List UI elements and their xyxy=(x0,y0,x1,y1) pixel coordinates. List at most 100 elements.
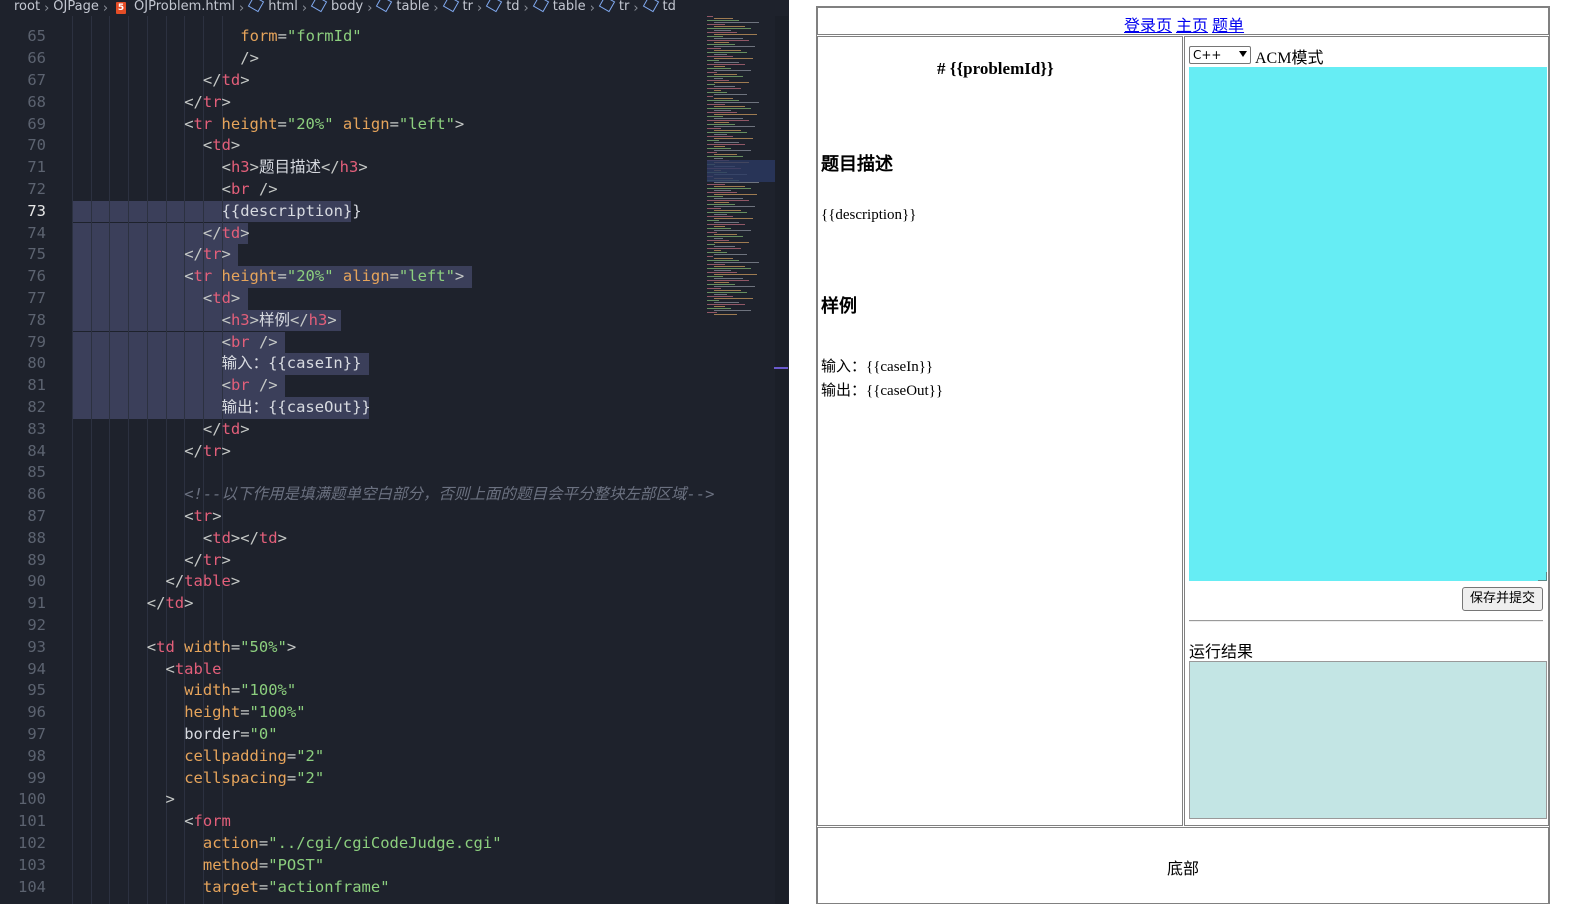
breadcrumb-item[interactable]: td xyxy=(661,0,678,14)
breadcrumb-item[interactable]: OJProblem.html xyxy=(132,0,237,14)
code-line[interactable]: </tr> xyxy=(184,92,231,114)
code-token: > xyxy=(327,310,337,329)
code-token: td xyxy=(165,594,185,613)
breadcrumb-item[interactable]: table xyxy=(551,0,588,14)
code-line[interactable]: width="100%" xyxy=(184,680,296,702)
code-token: </ xyxy=(202,419,222,438)
code-line[interactable]: </td> xyxy=(147,593,194,615)
code-line[interactable]: <tr> xyxy=(184,506,221,528)
minimap-line xyxy=(707,308,731,309)
case-in-text: 输入：{{caseIn}} xyxy=(821,359,934,375)
minimap-line xyxy=(714,298,753,299)
nav-link-problem-list[interactable]: 题单 xyxy=(1212,18,1244,35)
nav-link-login[interactable]: 登录页 xyxy=(1124,18,1172,35)
code-line[interactable]: action="../cgi/cgiCodeJudge.cgi" xyxy=(203,833,502,855)
code-line[interactable]: > xyxy=(166,789,175,811)
minimap-line xyxy=(714,34,757,35)
code-line[interactable]: border="0" xyxy=(184,724,277,746)
vertical-scrollbar[interactable] xyxy=(775,16,788,904)
breadcrumb-item[interactable]: body xyxy=(329,0,365,14)
code-textarea[interactable] xyxy=(1189,67,1547,581)
minimap-line xyxy=(714,66,725,67)
indent-guide xyxy=(72,16,73,904)
code-line[interactable]: <td> xyxy=(203,288,240,310)
code-line[interactable]: </td> xyxy=(203,223,250,245)
code-line[interactable]: <td width="50%"> xyxy=(147,637,296,659)
code-line[interactable]: 输入：{{caseIn}} xyxy=(222,353,362,375)
code-line[interactable]: </table> xyxy=(166,571,241,593)
code-line[interactable]: /> xyxy=(240,48,259,70)
code-line[interactable]: </td> xyxy=(203,419,250,441)
code-editor[interactable]: 65 form="formId" 66/> 67 </td> 68 </tr> 69 <tr h… xyxy=(0,0,789,904)
code-token: = xyxy=(230,637,241,656)
code-token: 输出：{{caseOut}} xyxy=(221,397,371,416)
code-line[interactable]: cellpadding="2" xyxy=(184,746,324,768)
code-token: = xyxy=(258,855,269,874)
code-line[interactable]: </td> xyxy=(203,70,250,92)
minimap-line xyxy=(707,228,731,229)
code-line[interactable]: <!--以下作用是填满题单空白部分，否则上面的题目会平分整块左部区域--> xyxy=(184,484,714,506)
breadcrumb-item[interactable]: td xyxy=(504,0,521,14)
save-and-submit-button[interactable]: 保存并提交 xyxy=(1462,587,1543,611)
code-line[interactable]: <td></td> xyxy=(203,528,287,550)
code-line[interactable]: method="POST" xyxy=(203,855,324,877)
code-line[interactable]: <br /> xyxy=(222,375,278,397)
resize-grip-icon[interactable] xyxy=(1538,572,1547,581)
code-line[interactable]: <form xyxy=(184,811,231,833)
minimap-slider[interactable] xyxy=(707,160,775,182)
breadcrumb-item[interactable]: root xyxy=(12,0,42,14)
code-token: form xyxy=(240,27,278,46)
code-line[interactable]: 输出：{{caseOut}} xyxy=(222,397,371,419)
element-icon xyxy=(642,0,659,13)
code-token: > xyxy=(358,158,368,177)
code-line[interactable]: </tr> xyxy=(184,244,231,266)
code-line[interactable]: <tr height="20%" align="left"> xyxy=(184,114,464,136)
code-line[interactable]: <h3>样例</h3> xyxy=(222,310,337,332)
code-view[interactable]: 65 form="formId" 66/> 67 </td> 68 </tr> 69 <tr h… xyxy=(0,0,715,904)
minimap-line xyxy=(707,20,739,21)
nav-link-home[interactable]: 主页 xyxy=(1176,18,1208,35)
breadcrumb-item[interactable]: table xyxy=(394,0,431,14)
breadcrumb-item[interactable]: OJPage xyxy=(51,0,101,14)
code-line[interactable]: <br /> xyxy=(222,332,278,354)
minimap-line xyxy=(714,86,735,87)
code-token: border xyxy=(184,724,241,743)
code-token: </ xyxy=(184,441,203,460)
code-token: = xyxy=(277,267,287,286)
code-line[interactable]: cellspacing="2" xyxy=(184,768,324,790)
minimap-line xyxy=(707,208,721,209)
code-line[interactable]: <table xyxy=(166,659,222,681)
indent-guide xyxy=(109,16,111,904)
code-line[interactable]: {{description}} xyxy=(222,201,362,223)
code-line[interactable]: </tr> xyxy=(184,441,231,463)
code-token: "actionframe" xyxy=(268,877,390,896)
line-number: 78 xyxy=(27,310,46,329)
code-line[interactable]: <tr height="20%" align="left"> xyxy=(184,266,464,288)
code-token: height xyxy=(184,703,241,722)
result-frame[interactable] xyxy=(1189,661,1547,819)
minimap-line xyxy=(707,124,735,125)
code-token: tr xyxy=(193,114,213,133)
breadcrumb-item[interactable]: html xyxy=(266,0,300,14)
code-line[interactable]: form="formId" xyxy=(240,26,361,48)
code-line[interactable]: target="actionframe" xyxy=(203,877,390,899)
minimap-line xyxy=(707,68,731,69)
breadcrumb-item[interactable]: tr xyxy=(617,0,631,14)
line-number: 97 xyxy=(27,724,46,743)
code-token: < xyxy=(165,659,175,678)
minimap-line xyxy=(714,26,745,27)
code-token: < xyxy=(202,288,213,307)
minimap-line xyxy=(714,126,755,127)
code-line[interactable]: <br /> xyxy=(222,179,278,201)
minimap-line xyxy=(707,116,723,117)
code-line[interactable]: </tr> xyxy=(184,550,231,572)
breadcrumb-item[interactable]: tr xyxy=(461,0,475,14)
code-token: cellspacing xyxy=(184,768,287,787)
code-line[interactable]: <td> xyxy=(203,135,240,157)
minimap-line xyxy=(714,246,735,247)
language-select[interactable]: C++ xyxy=(1189,46,1251,64)
code-line[interactable]: height="100%" xyxy=(184,702,305,724)
line-number: 67 xyxy=(27,70,46,89)
code-line[interactable]: <h3>题目描述</h3> xyxy=(222,157,368,179)
minimap-line xyxy=(707,188,751,189)
